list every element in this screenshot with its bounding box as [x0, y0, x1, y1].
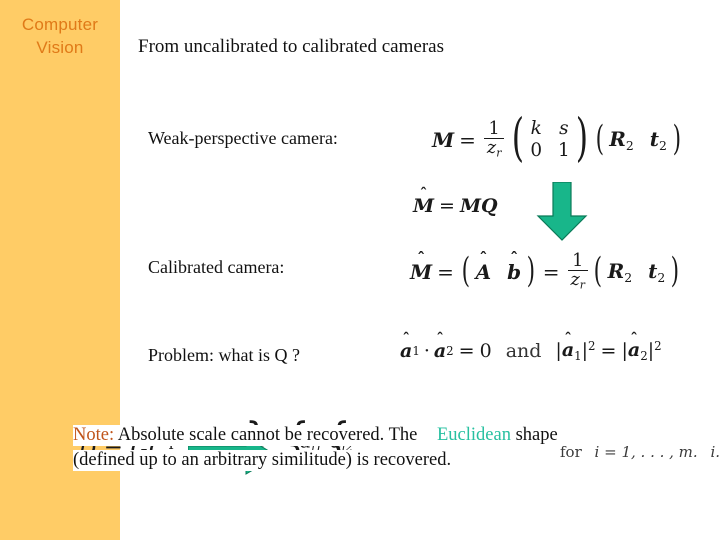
left-paren-icon: (: [461, 251, 470, 292]
right-paren-icon: ): [670, 251, 680, 292]
note-line-1-tail: shape: [515, 425, 558, 445]
eq2-rowvec-item: t2: [648, 258, 666, 285]
eq2-lhs: ˆ M: [410, 249, 433, 284]
eq2-fraction: 1 zr: [567, 251, 588, 291]
note-line-1-end: Euclidean shape: [437, 425, 558, 446]
hat-accent-icon: ˆ: [417, 249, 426, 269]
left-paren-icon: (: [512, 109, 525, 169]
hat-accent-icon: ˆ: [419, 185, 428, 204]
note-line-1-text: Absolute scale cannot be recovered. The: [117, 425, 418, 445]
constraint-equals-2: =: [600, 340, 617, 363]
eq1-matrix-cell: 1: [558, 140, 570, 161]
right-paren-icon: ): [526, 251, 536, 292]
eq1-frac-numerator: 1: [488, 118, 500, 139]
eq1-fraction: 1 zr: [483, 118, 505, 159]
hat-accent-icon: ˆ: [564, 329, 572, 348]
eq-transform-lhs: ˆ M: [413, 185, 435, 217]
eq1-rowvec-item: t2: [649, 126, 667, 153]
hat-accent-icon: ˆ: [436, 330, 444, 349]
eq2-b-hat: ˆb: [507, 249, 522, 284]
eq2-equals-1: =: [437, 259, 454, 284]
right-paren-icon: ): [672, 118, 681, 159]
hat-accent-icon: ˆ: [510, 249, 519, 269]
note-line-1-start: Note: Absolute scale cannot be recovered…: [73, 425, 418, 446]
eq2-frac-numerator: 1: [572, 251, 584, 271]
constraint-zero: 0: [479, 340, 492, 363]
eq1-rowvector: ( R2 t2 ): [593, 118, 684, 159]
eq2-a-hat: ˆA: [475, 249, 492, 284]
equation-transform: ˆ M = M Q: [413, 185, 498, 217]
left-paren-icon: (: [593, 251, 603, 292]
eq2-rowvector-rt: ( R2 t2 ): [591, 251, 682, 292]
note-keyword: Note:: [73, 425, 115, 445]
hat-accent-icon: ˆ: [402, 330, 410, 349]
eq2-equals-2: =: [542, 259, 560, 284]
label-calibrated-camera: Calibrated camera:: [148, 257, 285, 277]
constraint-a1: ˆa: [400, 330, 413, 363]
eq1-matrix: ( k s 0 1 ): [508, 109, 591, 169]
eq-transform-rhs-m: M: [459, 195, 482, 217]
hat-accent-icon: ˆ: [479, 249, 488, 269]
constraint-and: and: [505, 340, 542, 363]
left-paren-icon: (: [595, 118, 604, 159]
eq2-frac-denominator: zr: [567, 270, 588, 291]
eq1-equals: =: [459, 127, 476, 152]
eq1-matrix-cell: k: [530, 118, 542, 139]
constraint-norm-a1: | ˆ a1|2: [555, 329, 596, 364]
down-arrow-icon: [536, 181, 588, 242]
eq-transform-rhs-q: Q: [481, 195, 498, 217]
eq1-rowvec-item: R2: [609, 126, 634, 153]
eq1-matrix-cell: s: [559, 118, 569, 139]
eq-transform-equals: =: [439, 195, 455, 217]
eq2-rowvector-ab: ( ˆA ˆb ): [459, 249, 538, 292]
note-highlight: Euclidean: [437, 425, 511, 445]
eq1-lhs: M: [432, 127, 455, 152]
ghost-for-clause: for i = 1, . . . , m. i.: [560, 443, 720, 461]
slide-canvas: Computer Vision From uncalibrated to cal…: [0, 0, 720, 540]
constraint-a2: ˆa: [433, 330, 447, 363]
constraint-equals-1: =: [458, 340, 475, 363]
equation-calibrated: ˆ M = ( ˆA ˆb ) = 1 zr ( R2 t2 ): [410, 249, 682, 292]
hat-accent-icon: ˆ: [630, 329, 638, 348]
label-weak-perspective-camera: Weak-perspective camera:: [148, 128, 338, 148]
dot-operator-icon: ·: [423, 340, 430, 363]
equation-weak-perspective: M = 1 zr ( k s 0 1 ) ( R2 t2 ): [432, 109, 684, 169]
eq2-rowvec-item: R2: [607, 258, 633, 285]
equation-constraints: ˆa1 · ˆa2 = 0 and | ˆ a1|2 = | ˆ a2|2: [400, 329, 662, 364]
sidebar-title: Computer Vision: [21, 15, 99, 57]
page-title: From uncalibrated to calibrated cameras: [138, 36, 444, 57]
eq1-matrix-cell: 0: [530, 140, 543, 161]
constraint-norm-a2: | ˆ a2|2: [621, 329, 662, 364]
eq1-frac-denominator: zr: [483, 138, 505, 159]
note-line-2: (defined up to an arbitrary similitude) …: [73, 450, 452, 471]
right-paren-icon: ): [575, 109, 588, 169]
label-problem: Problem: what is Q ?: [148, 345, 300, 365]
